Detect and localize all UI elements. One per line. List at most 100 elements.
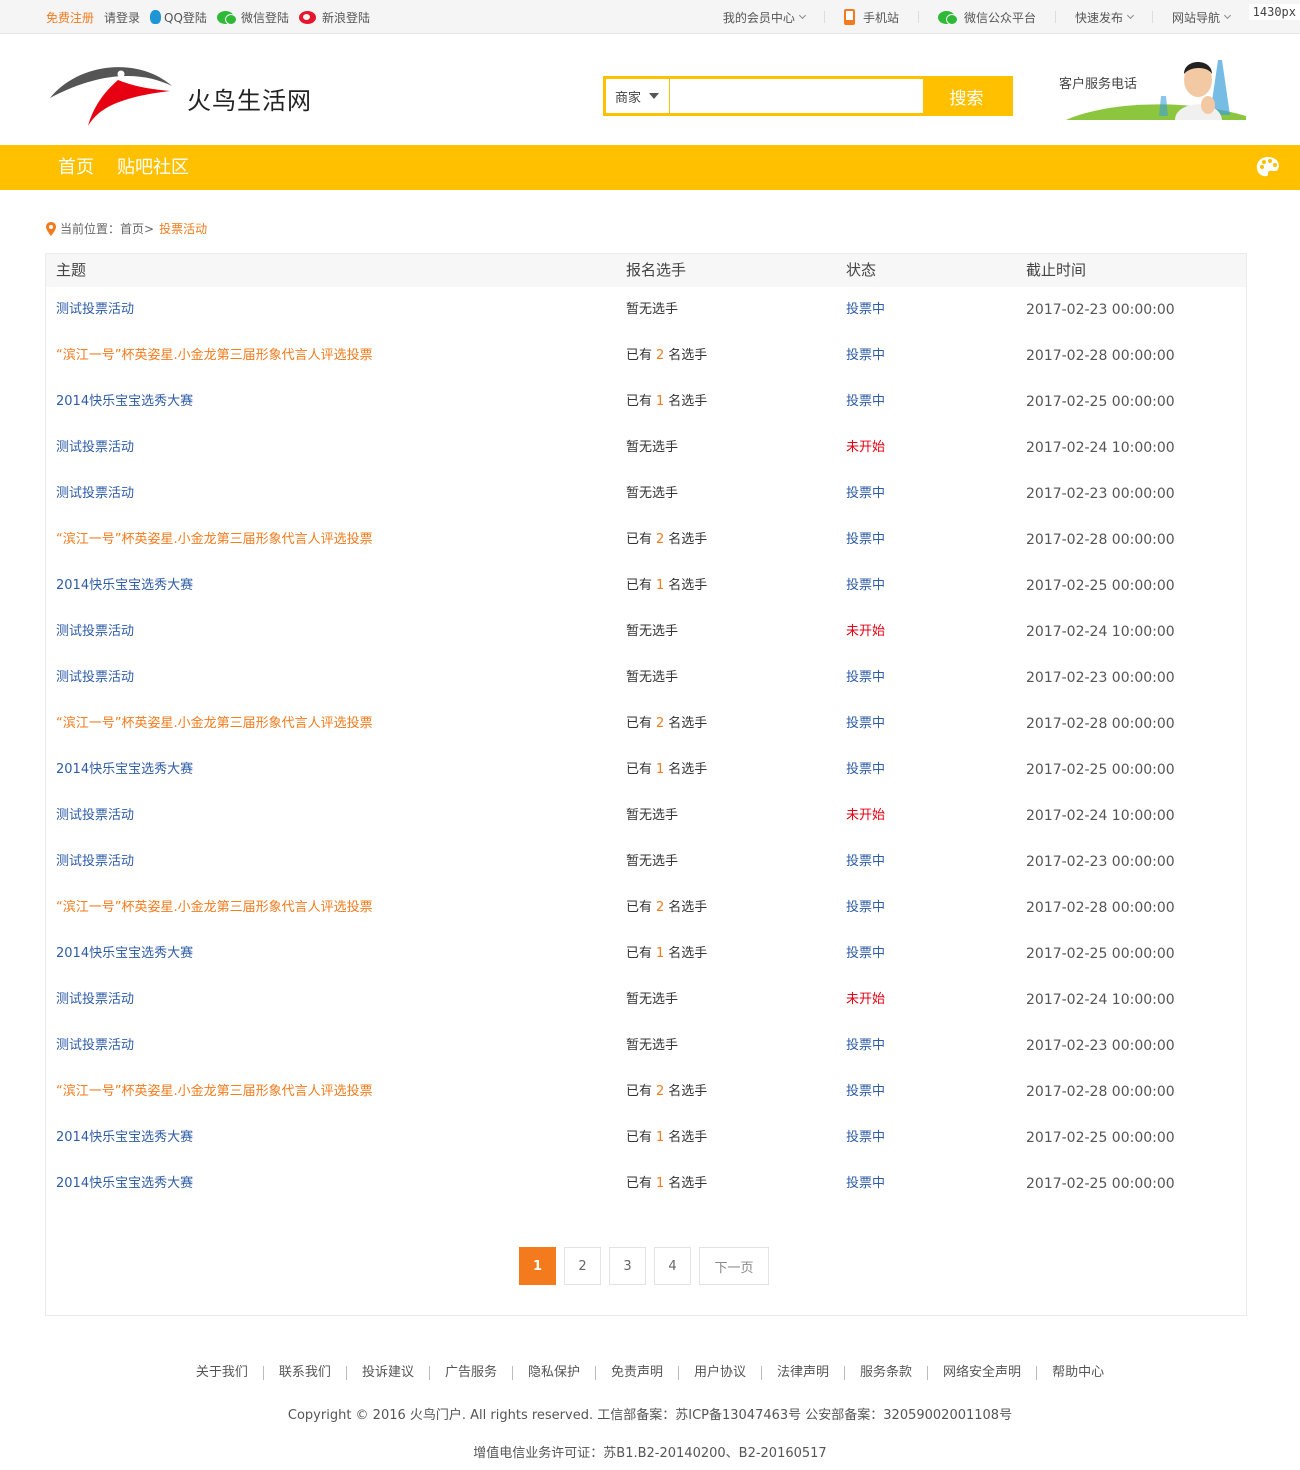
page-1-button[interactable]: 1 — [519, 1247, 556, 1285]
cell-topic: 2014快乐宝宝选秀大赛 — [56, 563, 193, 609]
footer-links: 关于我们 联系我们 投诉建议 广告服务 隐私保护 免责声明 用户协议 法律声明 服务条款 网络安全… — [0, 1366, 1300, 1380]
footer-link[interactable]: 帮助中心 — [1036, 1366, 1119, 1380]
vote-title-link[interactable]: 2014快乐宝宝选秀大赛 — [56, 394, 193, 409]
quick-post-label: 快速发布 — [1074, 10, 1123, 25]
page-4-button[interactable]: 4 — [654, 1247, 691, 1285]
entrants-prefix: 已有 — [626, 900, 653, 915]
deadline-value: 2017-02-28 00:00:00 — [1026, 900, 1175, 916]
search-scope-select[interactable]: 商家 — [606, 79, 670, 113]
vote-title-link[interactable]: 测试投票活动 — [56, 440, 134, 455]
search-input[interactable] — [670, 79, 923, 113]
weibo-icon — [298, 10, 316, 24]
cell-entrants: 已有 1 名选手 — [626, 747, 707, 793]
table-row: “滨江一号”杯英姿星.小金龙第三届形象代言人评选投票 已有 2 名选手 投票中 2017-… — [46, 1069, 1246, 1115]
footer-link[interactable]: 网络安全声明 — [927, 1366, 1036, 1380]
vote-title-link[interactable]: “滨江一号”杯英姿星.小金龙第三届形象代言人评选投票 — [56, 900, 373, 915]
cell-topic: “滨江一号”杯英姿星.小金龙第三届形象代言人评选投票 — [56, 1069, 373, 1115]
status-label: 投票中 — [846, 486, 886, 501]
vote-title-link[interactable]: 测试投票活动 — [56, 808, 134, 823]
page-3-button[interactable]: 3 — [609, 1247, 646, 1285]
breadcrumb-home[interactable]: 首页 — [120, 220, 144, 237]
vote-title-link[interactable]: 2014快乐宝宝选秀大赛 — [56, 762, 193, 777]
footer-link[interactable]: 服务条款 — [844, 1366, 927, 1380]
member-center-menu[interactable]: 我的会员中心 — [723, 9, 806, 26]
top-bar: 免费注册 请登录 QQ登陆 微信登陆 新浪登陆 我的会员中心 手机站 微信公众平… — [0, 0, 1300, 34]
status-label: 投票中 — [846, 900, 886, 915]
footer-link[interactable]: 隐私保护 — [511, 1366, 595, 1380]
entrants-prefix: 已有 — [626, 1130, 653, 1145]
footer-link[interactable]: 广告服务 — [428, 1366, 512, 1380]
deadline-value: 2017-02-25 00:00:00 — [1026, 394, 1175, 410]
status-label: 投票中 — [846, 394, 886, 409]
vote-title-link[interactable]: 2014快乐宝宝选秀大赛 — [56, 1130, 193, 1145]
vote-title-link[interactable]: 2014快乐宝宝选秀大赛 — [56, 946, 193, 961]
site-nav-menu[interactable]: 网站导航 — [1172, 9, 1232, 26]
entrants-prefix: 暂无选手 — [626, 440, 679, 455]
entrants-suffix: 名选手 — [668, 1176, 708, 1191]
weibo-login-label: 新浪登陆 — [321, 10, 370, 25]
table-row: 2014快乐宝宝选秀大赛 已有 1 名选手 投票中 2017-02-25 00:00:00 — [46, 1161, 1246, 1207]
quick-post-menu[interactable]: 快速发布 — [1074, 9, 1135, 26]
vote-title-link[interactable]: 测试投票活动 — [56, 670, 134, 685]
footer-link[interactable]: 投诉建议 — [345, 1366, 429, 1380]
cell-entrants: 已有 2 名选手 — [626, 885, 707, 931]
vote-title-link[interactable]: “滨江一号”杯英姿星.小金龙第三届形象代言人评选投票 — [56, 348, 373, 363]
vote-title-link[interactable]: 2014快乐宝宝选秀大赛 — [56, 578, 193, 593]
vote-title-link[interactable]: “滨江一号”杯英姿星.小金龙第三届形象代言人评选投票 — [56, 1084, 373, 1099]
header-topic: 主题 — [56, 261, 87, 279]
deadline-value: 2017-02-25 00:00:00 — [1026, 578, 1175, 594]
nav-item-tieba[interactable]: 贴吧社区 — [117, 145, 189, 190]
width-tag: 1430px — [1248, 4, 1300, 20]
vote-title-link[interactable]: 2014快乐宝宝选秀大赛 — [56, 1176, 193, 1191]
cell-entrants: 暂无选手 — [626, 287, 678, 333]
table-row: 测试投票活动 暂无选手 投票中 2017-02-23 00:00:00 — [46, 471, 1246, 517]
deadline-value: 2017-02-24 10:00:00 — [1026, 808, 1175, 824]
entrants-prefix: 暂无选手 — [626, 624, 679, 639]
entrants-count: 1 — [656, 946, 665, 961]
qq-login-link[interactable]: QQ登陆 — [150, 9, 207, 26]
footer-link[interactable]: 关于我们 — [181, 1366, 263, 1380]
table-row: 2014快乐宝宝选秀大赛 已有 1 名选手 投票中 2017-02-25 00:00:00 — [46, 563, 1246, 609]
login-link[interactable]: 请登录 — [104, 9, 140, 26]
nav-item-home[interactable]: 首页 — [58, 145, 94, 190]
status-label: 投票中 — [846, 578, 886, 593]
vote-title-link[interactable]: “滨江一号”杯英姿星.小金龙第三届形象代言人评选投票 — [56, 716, 373, 731]
footer-link[interactable]: 用户协议 — [678, 1366, 761, 1380]
palette-icon[interactable] — [1256, 156, 1280, 178]
cell-topic: 测试投票活动 — [56, 1023, 134, 1069]
footer-link[interactable]: 法律声明 — [761, 1366, 844, 1380]
table-row: 测试投票活动 暂无选手 未开始 2017-02-24 10:00:00 — [46, 977, 1246, 1023]
wechat-platform-link[interactable]: 微信公众平台 — [937, 9, 1036, 26]
vote-title-link[interactable]: 测试投票活动 — [56, 1038, 134, 1053]
wechat-login-link[interactable]: 微信登陆 — [216, 9, 289, 26]
vote-title-link[interactable]: 测试投票活动 — [56, 992, 134, 1007]
service-avatar — [1175, 60, 1230, 120]
entrants-prefix: 已有 — [626, 946, 653, 961]
cell-entrants: 已有 1 名选手 — [626, 931, 707, 977]
status-label: 投票中 — [846, 762, 886, 777]
table-row: 测试投票活动 暂无选手 投票中 2017-02-23 00:00:00 — [46, 1023, 1246, 1069]
site-logo[interactable] — [48, 58, 174, 128]
cell-topic: 测试投票活动 — [56, 287, 134, 333]
vote-title-link[interactable]: 测试投票活动 — [56, 624, 134, 639]
entrants-prefix: 暂无选手 — [626, 808, 679, 823]
status-label: 投票中 — [846, 348, 886, 363]
wechat-platform-label: 微信公众平台 — [963, 10, 1036, 25]
vote-title-link[interactable]: 测试投票活动 — [56, 486, 134, 501]
next-page-button[interactable]: 下一页 — [699, 1247, 769, 1285]
table-row: “滨江一号”杯英姿星.小金龙第三届形象代言人评选投票 已有 2 名选手 投票中 2017-… — [46, 333, 1246, 379]
main-nav: 首页 贴吧社区 — [0, 145, 1300, 190]
register-link[interactable]: 免费注册 — [46, 9, 94, 26]
mobile-site-link[interactable]: 手机站 — [843, 9, 899, 26]
vote-title-link[interactable]: 测试投票活动 — [56, 302, 134, 317]
footer-link[interactable]: 联系我们 — [262, 1366, 346, 1380]
page-2-button[interactable]: 2 — [564, 1247, 601, 1285]
cell-topic: 测试投票活动 — [56, 471, 134, 517]
entrants-count: 1 — [656, 1130, 665, 1145]
table-row: 测试投票活动 暂无选手 未开始 2017-02-24 10:00:00 — [46, 609, 1246, 655]
search-button[interactable]: 搜索 — [923, 79, 1010, 113]
vote-title-link[interactable]: 测试投票活动 — [56, 854, 134, 869]
weibo-login-link[interactable]: 新浪登陆 — [298, 9, 370, 26]
footer-link[interactable]: 免责声明 — [594, 1366, 678, 1380]
vote-title-link[interactable]: “滨江一号”杯英姿星.小金龙第三届形象代言人评选投票 — [56, 532, 373, 547]
